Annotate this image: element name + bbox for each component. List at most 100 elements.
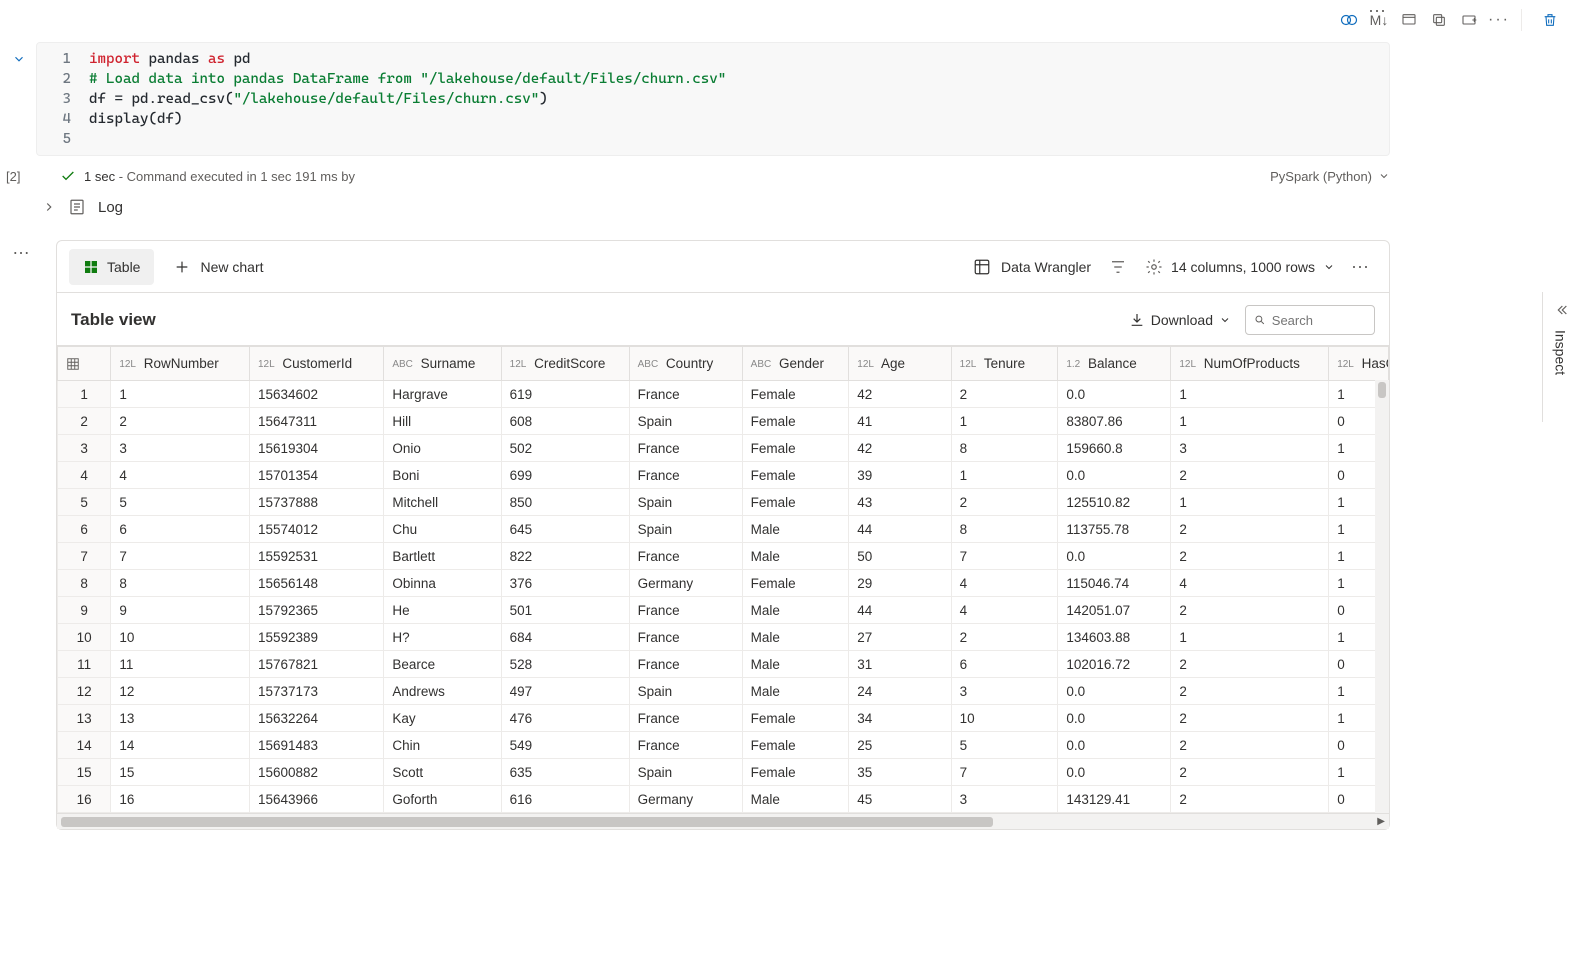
delete-cell-icon[interactable]: [1536, 6, 1564, 34]
table-row[interactable]: 3315619304Onio502FranceFemale428159660.8…: [58, 435, 1389, 462]
line-number: 5: [37, 129, 89, 149]
table-row[interactable]: 6615574012Chu645SpainMale448113755.7821: [58, 516, 1389, 543]
copilot-icon[interactable]: [1335, 6, 1363, 34]
table-cell: France: [629, 462, 742, 489]
table-cell: Chin: [384, 732, 501, 759]
table-row[interactable]: 4415701354Boni699FranceFemale3910.020: [58, 462, 1389, 489]
row-index-cell: 2: [58, 408, 111, 435]
corner-cell: [58, 347, 111, 381]
table-view-title: Table view: [71, 310, 156, 330]
column-header[interactable]: 12L HasC: [1329, 347, 1389, 381]
row-index-cell: 6: [58, 516, 111, 543]
table-cell: 15792365: [249, 597, 383, 624]
cell-drag-handle[interactable]: …: [12, 238, 31, 259]
table-cell: 528: [501, 651, 629, 678]
table-row[interactable]: 111115767821Bearce528FranceMale316102016…: [58, 651, 1389, 678]
table-cell: 3: [951, 786, 1058, 813]
table-row[interactable]: 121215737173Andrews497SpainMale2430.021: [58, 678, 1389, 705]
column-type-badge: 12L: [119, 359, 136, 370]
table-cell: 2: [1171, 651, 1329, 678]
toggle-output-icon[interactable]: [1395, 6, 1423, 34]
expand-log-chevron[interactable]: [42, 200, 56, 214]
table-row[interactable]: 8815656148Obinna376GermanyFemale29411504…: [58, 570, 1389, 597]
table-cell: Spain: [629, 489, 742, 516]
search-input[interactable]: [1272, 313, 1366, 328]
table-cell: 15592531: [249, 543, 383, 570]
column-header[interactable]: ABC Surname: [384, 347, 501, 381]
vertical-scroll-thumb[interactable]: [1378, 382, 1386, 398]
output-panel: Table New chart Data Wrangler 14 columns…: [56, 240, 1390, 830]
column-type-badge: 12L: [1337, 359, 1354, 370]
column-header[interactable]: 1.2 Balance: [1058, 347, 1171, 381]
new-chart-button[interactable]: New chart: [162, 259, 275, 275]
table-cell: 115046.74: [1058, 570, 1171, 597]
table-cell: Male: [742, 786, 849, 813]
columns-rows-summary[interactable]: 14 columns, 1000 rows: [1145, 258, 1335, 276]
row-index-cell: 16: [58, 786, 111, 813]
table-cell: 2: [1171, 597, 1329, 624]
table-row[interactable]: 9915792365He501FranceMale444142051.0720: [58, 597, 1389, 624]
table-cell: 3: [111, 435, 250, 462]
column-header[interactable]: 12L Age: [849, 347, 951, 381]
column-header[interactable]: ABC Gender: [742, 347, 849, 381]
copy-cell-icon[interactable]: [1425, 6, 1453, 34]
column-type-badge: 12L: [258, 359, 275, 370]
table-cell: 0.0: [1058, 759, 1171, 786]
column-name: Surname: [417, 356, 476, 371]
cell-status-row: [2] 1 sec - Command executed in 1 sec 19…: [36, 168, 1390, 184]
column-header[interactable]: 12L NumOfProducts: [1171, 347, 1329, 381]
table-cell: Female: [742, 381, 849, 408]
column-type-badge: ABC: [392, 359, 413, 370]
horizontal-scroll-thumb[interactable]: [61, 817, 993, 827]
table-cell: 134603.88: [1058, 624, 1171, 651]
table-row[interactable]: 101015592389H?684FranceMale272134603.881…: [58, 624, 1389, 651]
table-row[interactable]: 1115634602Hargrave619FranceFemale4220.01…: [58, 381, 1389, 408]
table-cell: Scott: [384, 759, 501, 786]
filter-icon[interactable]: [1099, 258, 1137, 276]
tab-table[interactable]: Table: [69, 249, 154, 285]
table-cell: 5: [951, 732, 1058, 759]
inspect-panel-tab[interactable]: Inspect: [1542, 292, 1578, 422]
column-header[interactable]: 12L RowNumber: [111, 347, 250, 381]
output-more-icon[interactable]: ···: [1343, 256, 1377, 277]
table-row[interactable]: 131315632264Kay476FranceFemale34100.021: [58, 705, 1389, 732]
table-cell: 5: [111, 489, 250, 516]
collapse-cell-chevron[interactable]: [12, 52, 26, 66]
table-row[interactable]: 161615643966Goforth616GermanyMale4531431…: [58, 786, 1389, 813]
table-row[interactable]: 2215647311Hill608SpainFemale41183807.861…: [58, 408, 1389, 435]
table-row[interactable]: 151515600882Scott635SpainFemale3570.021: [58, 759, 1389, 786]
table-scroll-area[interactable]: 12L RowNumber12L CustomerIdABC Surname12…: [57, 345, 1389, 813]
table-cell: 41: [849, 408, 951, 435]
search-box[interactable]: [1245, 305, 1375, 335]
table-cell: 850: [501, 489, 629, 516]
scroll-right-arrow[interactable]: ▶: [1377, 816, 1385, 827]
horizontal-scrollbar[interactable]: ▶: [57, 813, 1389, 829]
add-cell-below-icon[interactable]: [1455, 6, 1483, 34]
inspect-label: Inspect: [1553, 330, 1569, 375]
row-index-cell: 4: [58, 462, 111, 489]
vertical-scrollbar[interactable]: [1375, 380, 1389, 813]
kernel-selector[interactable]: PySpark (Python): [1270, 169, 1390, 184]
table-cell: 2: [111, 408, 250, 435]
table-cell: 6: [111, 516, 250, 543]
row-index-cell: 12: [58, 678, 111, 705]
table-cell: H?: [384, 624, 501, 651]
collapse-chevron-left-icon: [1553, 302, 1569, 318]
column-header[interactable]: 12L CustomerId: [249, 347, 383, 381]
column-header[interactable]: 12L Tenure: [951, 347, 1058, 381]
download-button[interactable]: Download: [1129, 312, 1231, 328]
data-wrangler-button[interactable]: Data Wrangler: [973, 258, 1091, 276]
table-cell: 15701354: [249, 462, 383, 489]
log-more-icon[interactable]: ···: [1368, 0, 1386, 21]
column-header[interactable]: 12L CreditScore: [501, 347, 629, 381]
table-row[interactable]: 5515737888Mitchell850SpainFemale43212551…: [58, 489, 1389, 516]
table-cell: Spain: [629, 408, 742, 435]
more-cell-actions-icon[interactable]: ···: [1485, 6, 1513, 34]
wrangler-label: Data Wrangler: [1001, 259, 1091, 275]
column-header[interactable]: ABC Country: [629, 347, 742, 381]
table-row[interactable]: 7715592531Bartlett822FranceMale5070.021: [58, 543, 1389, 570]
code-editor[interactable]: 1 import pandas as pd 2 # Load data into…: [36, 42, 1390, 156]
table-row[interactable]: 141415691483Chin549FranceFemale2550.020: [58, 732, 1389, 759]
log-label[interactable]: Log: [98, 199, 123, 216]
table-cell: Male: [742, 597, 849, 624]
